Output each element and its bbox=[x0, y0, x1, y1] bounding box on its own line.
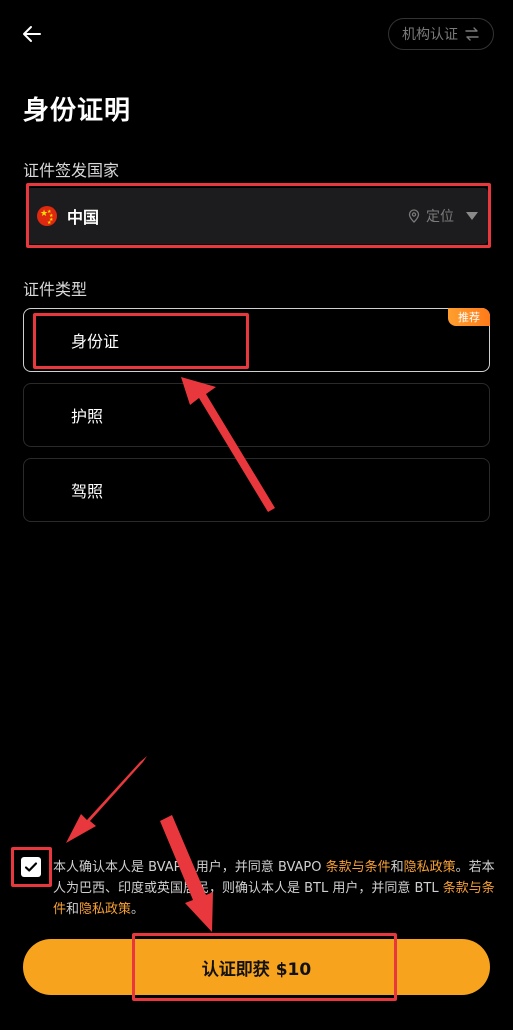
verify-button[interactable]: 认证即获 $10 bbox=[23, 939, 490, 995]
location-pin-icon bbox=[408, 209, 420, 223]
btl-privacy-link[interactable]: 隐私政策 bbox=[79, 902, 131, 917]
agreement-and: 和 bbox=[390, 860, 404, 875]
agreement-end: 。 bbox=[131, 902, 145, 917]
document-type-section-label: 证件类型 bbox=[23, 280, 88, 299]
locate-button[interactable]: 定位 bbox=[407, 206, 454, 226]
recommended-badge: 推荐 bbox=[448, 308, 490, 326]
back-button[interactable] bbox=[18, 20, 46, 48]
verify-button-label: 认证即获 $10 bbox=[201, 959, 312, 980]
terms-link[interactable]: 条款与条件 bbox=[326, 860, 391, 875]
caret-down-icon bbox=[466, 212, 478, 220]
annotation-arrow bbox=[66, 756, 147, 843]
checkmark-icon bbox=[24, 862, 38, 872]
selected-country: 中国 bbox=[67, 208, 100, 227]
document-option-passport[interactable]: 护照 bbox=[23, 383, 490, 447]
page-title: 身份证明 bbox=[23, 96, 132, 126]
institution-verification-button[interactable]: 机构认证 bbox=[388, 18, 494, 50]
country-select[interactable]: ★ ★ ★ ★ ★ 中国 定位 bbox=[27, 188, 488, 244]
arrow-left-icon bbox=[23, 26, 41, 42]
privacy-link[interactable]: 隐私政策 bbox=[404, 860, 456, 875]
document-option-drivers-license[interactable]: 驾照 bbox=[23, 458, 490, 522]
document-option-label: 驾照 bbox=[71, 482, 104, 501]
locate-label: 定位 bbox=[426, 209, 454, 225]
agreement-part: 本人确认本人是 BVAPO 用户，并同意 BVAPO bbox=[53, 860, 326, 875]
agreement-text: 本人确认本人是 BVAPO 用户，并同意 BVAPO 条款与条件和隐私政策。若本… bbox=[53, 857, 503, 920]
agreement-checkbox[interactable] bbox=[21, 857, 41, 877]
institution-verification-label: 机构认证 bbox=[402, 27, 458, 43]
swap-icon bbox=[465, 27, 479, 41]
country-section-label: 证件签发国家 bbox=[23, 161, 120, 180]
china-flag-icon: ★ ★ ★ ★ ★ bbox=[37, 206, 57, 226]
agreement-and: 和 bbox=[66, 902, 80, 917]
document-option-label: 护照 bbox=[71, 407, 104, 426]
document-option-label: 身份证 bbox=[71, 332, 120, 351]
document-option-id-card[interactable]: 身份证 推荐 bbox=[23, 308, 490, 372]
